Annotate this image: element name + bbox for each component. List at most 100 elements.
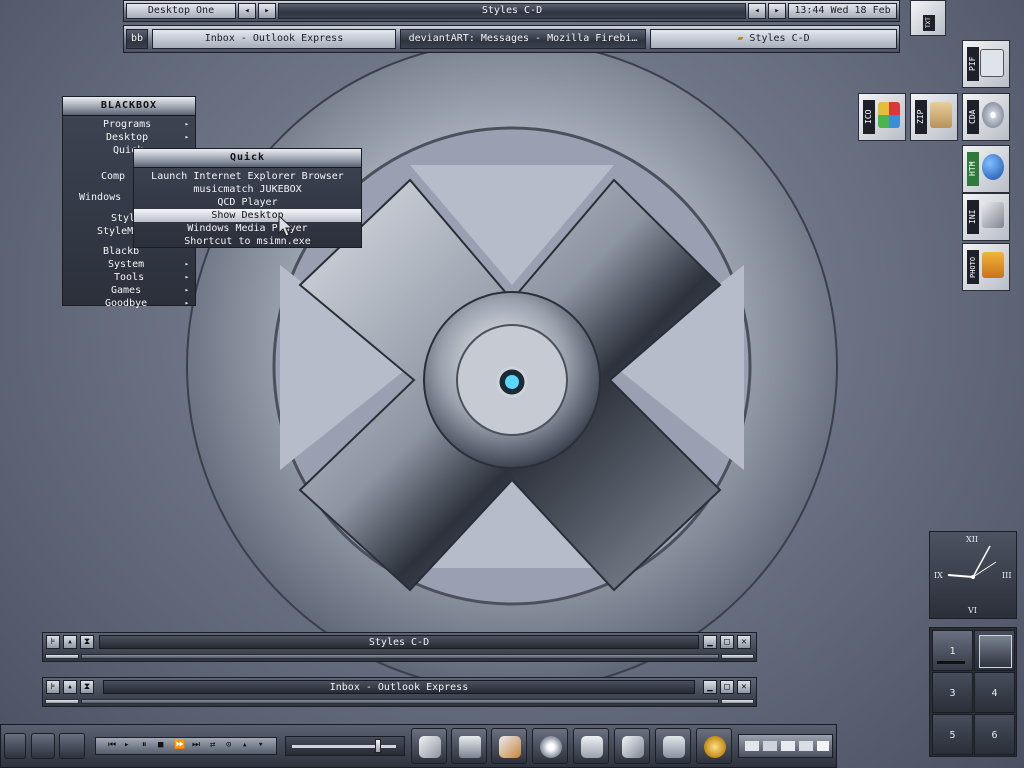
close-button[interactable]: ✕ <box>737 680 751 694</box>
launch-drive-icon[interactable] <box>451 728 487 764</box>
menu-item-goodbye[interactable]: Goodbye ▸ <box>63 297 195 310</box>
rewind-icon[interactable]: ▸ <box>124 740 129 750</box>
menu-item-qcd[interactable]: QCD Player <box>134 196 361 209</box>
menu-item-wmp[interactable]: Windows Media Player <box>134 222 361 235</box>
launch-monitor-icon[interactable] <box>614 728 650 764</box>
pif-file-icon[interactable]: PIF <box>962 40 1010 88</box>
launch-film-reel-icon[interactable] <box>532 728 568 764</box>
box-icon <box>930 102 952 128</box>
workspace-next-button[interactable]: ▸ <box>258 3 276 19</box>
tray-volume-icon[interactable] <box>781 741 795 751</box>
tray-network-icon[interactable] <box>763 741 777 751</box>
volume-down-icon[interactable]: ▾ <box>258 740 263 750</box>
zip-file-icon[interactable]: ZIP <box>910 93 958 141</box>
prev-track-icon[interactable]: ⏮ <box>108 740 116 750</box>
pager-workspace-4[interactable]: 4 <box>974 672 1015 713</box>
task-firefox[interactable]: deviantART: Messages - Mozilla Firebi… <box>400 29 646 49</box>
minimize-button[interactable]: ▁ <box>703 635 717 649</box>
launch-chain-icon[interactable] <box>411 728 447 764</box>
maximize-button[interactable]: □ <box>720 635 734 649</box>
pager-workspace-6[interactable]: 6 <box>974 714 1015 755</box>
icon-label: PHOTO <box>967 250 979 284</box>
launch-files-icon[interactable] <box>655 728 691 764</box>
window-next-button[interactable]: ▸ <box>768 3 786 19</box>
fast-forward-icon[interactable]: ⏩ <box>174 740 185 750</box>
window-title[interactable]: Inbox - Outlook Express <box>103 680 695 694</box>
txt-file-icon[interactable]: TXT <box>910 0 946 36</box>
maximize-button[interactable]: □ <box>720 680 734 694</box>
cd-icon <box>982 102 1004 128</box>
minimize-button[interactable]: ▁ <box>703 680 717 694</box>
window-handle[interactable] <box>81 699 719 704</box>
tray-messenger-icon[interactable] <box>799 741 813 751</box>
close-button[interactable]: ✕ <box>737 635 751 649</box>
stop-icon[interactable]: ■ <box>158 740 163 750</box>
slit-button-2[interactable] <box>31 733 55 759</box>
window-styles[interactable]: ⊧ ▴ ⧗ Styles C-D ▁ □ ✕ <box>42 632 757 662</box>
launch-tools-icon[interactable] <box>491 728 527 764</box>
ini-file-icon[interactable]: INI <box>962 193 1010 241</box>
launch-folder-icon[interactable] <box>573 728 609 764</box>
pause-icon[interactable]: ⏸ <box>142 740 147 750</box>
window-prev-button[interactable]: ◂ <box>748 3 766 19</box>
menu-item-desktop[interactable]: Desktop ▸ <box>63 131 195 144</box>
menu-item-label: Comp <box>101 171 126 182</box>
menu-item-programs[interactable]: Programs ▸ <box>63 118 195 131</box>
resize-grip-left[interactable] <box>45 654 79 659</box>
slit-button-1[interactable] <box>4 733 26 759</box>
photo-file-icon[interactable]: PHOTO <box>962 243 1010 291</box>
tray-app-icon[interactable] <box>745 741 759 751</box>
sticky-button[interactable]: ⧗ <box>80 680 94 694</box>
workspace-prev-button[interactable]: ◂ <box>238 3 256 19</box>
system-tray <box>738 734 833 758</box>
launch-power-icon[interactable] <box>696 728 732 764</box>
menu-item-msimn[interactable]: Shortcut to msimn.exe <box>134 235 361 248</box>
shade-button[interactable]: ▴ <box>63 680 77 694</box>
toolbar-window-label[interactable]: Styles C-D <box>278 3 746 19</box>
shade-button[interactable]: ▴ <box>63 635 77 649</box>
menu-item-tools[interactable]: Tools ▸ <box>63 271 195 284</box>
cda-file-icon[interactable]: CDA <box>962 93 1010 141</box>
next-track-icon[interactable]: ⏭ <box>192 740 200 750</box>
window-menu-button[interactable]: ⊧ <box>46 635 60 649</box>
sticky-button[interactable]: ⧗ <box>80 635 94 649</box>
menu-item-label: Programs <box>103 119 152 130</box>
window-handle[interactable] <box>81 654 719 659</box>
menu-item-ie[interactable]: Launch Internet Explorer Browser <box>134 170 361 183</box>
task-outlook[interactable]: Inbox - Outlook Express <box>152 29 396 49</box>
workspace-name[interactable]: Desktop One <box>126 3 236 19</box>
menu-item-musicmatch[interactable]: musicmatch JUKEBOX <box>134 183 361 196</box>
resize-grip-left[interactable] <box>45 699 79 704</box>
htm-file-icon[interactable]: HTM <box>962 145 1010 193</box>
menu-item-games[interactable]: Games ▸ <box>63 284 195 297</box>
submenu-arrow-icon: ▸ <box>184 260 189 268</box>
icon-label: TXT <box>923 15 935 31</box>
resize-grip-right[interactable] <box>721 654 754 659</box>
pager-workspace-2[interactable] <box>974 630 1015 671</box>
pager-workspace-1[interactable]: 1 <box>932 630 973 671</box>
volume-slider[interactable] <box>285 736 405 756</box>
slit: ⏮ ▸ ⏸ ■ ⏩ ⏭ ⇄ ⊙ ▴ ▾ <box>0 724 837 768</box>
pager-workspace-5[interactable]: 5 <box>932 714 973 755</box>
task-label: deviantART: Messages - Mozilla Firebi… <box>408 33 638 44</box>
ico-file-icon[interactable]: ICO <box>858 93 906 141</box>
shuffle-icon[interactable]: ⇄ <box>210 740 215 750</box>
task-styles[interactable]: ▰ Styles C-D <box>650 29 897 49</box>
toolbar: Desktop One ◂ ▸ Styles C-D ◂ ▸ 13:44 Wed… <box>123 0 900 22</box>
tray-monitor-icon[interactable] <box>817 741 829 751</box>
window-title[interactable]: Styles C-D <box>99 635 699 649</box>
menu-item-show-desktop[interactable]: Show Desktop <box>134 209 361 222</box>
volume-thumb[interactable] <box>375 739 381 753</box>
slit-button-3[interactable] <box>59 733 85 759</box>
window-menu-button[interactable]: ⊧ <box>46 680 60 694</box>
menu-item-label: Styl <box>111 213 136 224</box>
resize-grip-right[interactable] <box>721 699 754 704</box>
film-icon <box>982 252 1004 278</box>
pager-workspace-3[interactable]: 3 <box>932 672 973 713</box>
clock-widget: XII III VI IX <box>929 531 1017 619</box>
volume-up-icon[interactable]: ▴ <box>242 740 247 750</box>
window-outlook[interactable]: ⊧ ▴ ⧗ Inbox - Outlook Express ▁ □ ✕ <box>42 677 757 707</box>
menu-button[interactable]: bb <box>126 29 148 49</box>
repeat-icon[interactable]: ⊙ <box>226 740 231 750</box>
menu-item-system[interactable]: System ▸ <box>63 258 195 271</box>
